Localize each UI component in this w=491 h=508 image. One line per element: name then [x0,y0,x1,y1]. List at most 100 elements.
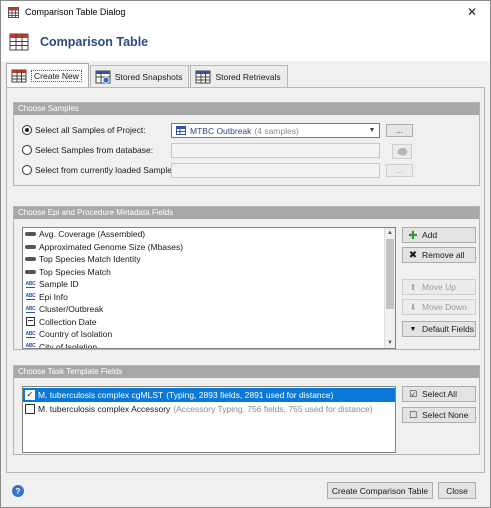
add-field-button[interactable]: ✚ Add [402,227,476,243]
numeric-field-icon [25,255,36,263]
button-label: Select None [422,410,469,420]
retrieval-table-icon [195,70,211,83]
project-combobox[interactable]: MTBC Outbreak (4 samples) ▼ [171,123,380,138]
button-label: Default Fields [422,324,474,334]
scroll-thumb[interactable] [386,239,394,309]
comparison-table-icon [9,33,29,51]
template-list[interactable]: ✓ M. tuberculosis complex cgMLST (Typing, … [22,386,396,453]
tab-stored-retrievals[interactable]: Stored Retrievals [190,65,288,87]
checkbox[interactable] [25,404,35,414]
default-fields-button[interactable]: ▼ Default Fields [402,321,476,337]
metadata-list-scrollbar[interactable]: ▲ ▼ [384,228,395,348]
tab-label: Stored Snapshots [114,71,183,82]
list-item[interactable]: ABC City of Isolation [23,341,395,349]
task-template-group: Choose Task Template Fields ✓ M. tubercul… [13,365,480,455]
button-label: Move Down [422,302,467,312]
field-label: Cluster/Outbreak [39,304,104,315]
radio-all-samples-of-project[interactable]: Select all Samples of Project: [22,123,146,137]
field-label: Avg. Coverage (Assembled) [39,229,146,240]
scroll-up-icon[interactable]: ▲ [385,228,395,238]
field-label: City of Isolation [39,341,98,349]
dialog-header: Comparison Table [1,23,490,61]
button-label: Add [422,230,438,240]
tab-label: Create New [31,69,82,82]
database-button[interactable] [392,144,412,159]
select-all-button[interactable]: ☑ Select All [402,386,476,402]
radio-button[interactable] [22,125,32,135]
window-title: Comparison Table Dialog [25,7,126,17]
list-item[interactable]: Top Species Match Identity [23,253,395,266]
help-icon[interactable]: ? [12,485,24,497]
close-button[interactable]: Close [438,482,476,499]
list-item[interactable]: Top Species Match [23,266,395,279]
plus-icon: ✚ [408,229,418,242]
template-item[interactable]: ✓ M. tuberculosis complex cgMLST (Typing, … [23,388,395,402]
close-window-button[interactable]: ✕ [458,3,486,21]
table-app-icon [8,6,19,18]
choose-samples-group: Choose Samples Select all Samples of Pro… [13,102,480,186]
button-label: Remove all [422,250,465,260]
metadata-field-list[interactable]: Avg. Coverage (Assembled) Approximated Ge… [22,227,396,349]
dropdown-triangle-icon: ▼ [409,325,417,333]
database-cloud-icon [397,147,407,156]
create-comparison-table-button[interactable]: Create Comparison Table [327,482,433,499]
create-new-panel: Choose Samples Select all Samples of Pro… [6,87,485,473]
radio-label: Select from currently loaded Samples: [35,165,179,175]
list-item[interactable]: ABC Country of Isolation [23,328,395,341]
move-down-button[interactable]: ⬇ Move Down [402,299,476,315]
checkbox[interactable]: ✓ [25,390,35,400]
list-item[interactable]: Collection Date [23,316,395,329]
table-icon [11,69,27,82]
text-field-icon: ABC [25,330,36,338]
field-label: Country of Isolation [39,329,113,340]
group-header: Choose Samples [14,103,479,115]
list-item[interactable]: Approximated Genome Size (Mbases) [23,241,395,254]
field-label: Collection Date [39,316,97,327]
tab-create-new[interactable]: Create New [6,63,89,87]
dialog-heading: Comparison Table [40,35,149,49]
browse-project-button[interactable]: ... [386,124,413,137]
template-detail: (Accessory Typing, 756 fields, 755 used … [173,404,373,414]
tab-bar: Create New Stored Snapshots Stored Retri… [6,63,289,87]
field-label: Epi Info [39,291,68,302]
list-item[interactable]: Avg. Coverage (Assembled) [23,228,395,241]
uncheck-list-icon: ☐ [408,409,418,420]
date-field-icon [25,317,36,327]
radio-currently-loaded-samples[interactable]: Select from currently loaded Samples: [22,163,179,177]
browse-loaded-button[interactable]: ... [386,164,413,177]
dialog-window: Comparison Table Dialog ✕ Comparison Tab… [0,0,491,508]
check-list-icon: ☑ [408,388,418,399]
scroll-down-icon[interactable]: ▼ [385,338,395,348]
field-label: Top Species Match [39,266,111,277]
radio-button[interactable] [22,165,32,175]
radio-label: Select Samples from database: [35,145,154,155]
list-item[interactable]: ABC Cluster/Outbreak [23,303,395,316]
template-item[interactable]: M. tuberculosis complex Accessory (Access… [23,402,395,416]
list-item[interactable]: ABC Sample ID [23,278,395,291]
text-field-icon: ABC [25,280,36,288]
tab-stored-snapshots[interactable]: Stored Snapshots [89,65,190,87]
chevron-down-icon[interactable]: ▼ [365,124,379,137]
list-item[interactable]: ABC Epi Info [23,291,395,304]
remove-x-icon: ✖ [408,249,418,261]
text-field-icon: ABC [25,343,36,349]
select-none-button[interactable]: ☐ Select None [402,407,476,423]
field-label: Approximated Genome Size (Mbases) [39,241,184,252]
text-field-icon: ABC [25,305,36,313]
title-bar: Comparison Table Dialog ✕ [1,1,490,23]
template-name: M. tuberculosis complex Accessory [38,404,171,414]
field-label: Top Species Match Identity [39,254,141,265]
project-sample-count: (4 samples) [254,125,299,136]
button-label: Move Up [422,282,457,292]
radio-button[interactable] [22,145,32,155]
radio-samples-from-database[interactable]: Select Samples from database: [22,143,153,157]
button-label: Select All [422,389,457,399]
remove-all-button[interactable]: ✖ Remove all [402,247,476,263]
text-field-icon: ABC [25,293,36,301]
loaded-samples-field [171,163,380,178]
snapshot-table-icon [95,70,111,83]
move-up-button[interactable]: ⬆ Move Up [402,279,476,295]
group-header: Choose Epi and Procedure Metadata Fields [14,207,479,219]
group-header: Choose Task Template Fields [14,366,479,378]
numeric-field-icon [25,230,36,238]
